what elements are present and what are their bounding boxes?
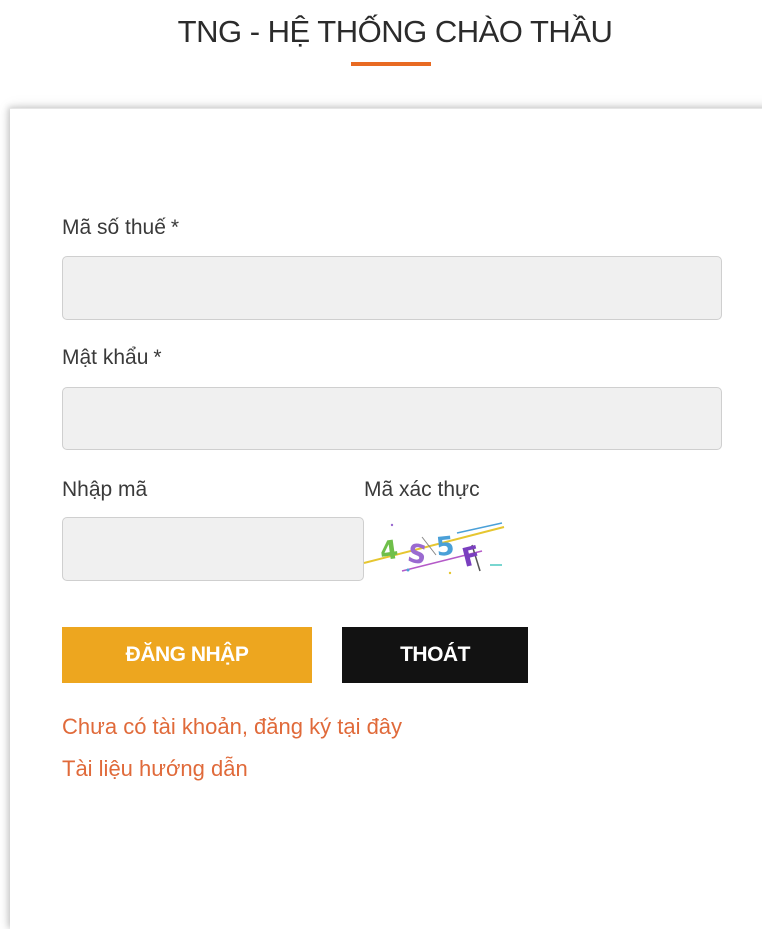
password-input[interactable] [62, 387, 722, 450]
captcha-char-4: F [459, 541, 483, 574]
register-link[interactable]: Chưa có tài khoản, đăng ký tại đây [62, 714, 402, 740]
user-guide-link[interactable]: Tài liệu hướng dẫn [62, 756, 248, 782]
tax-code-label: Mã số thuế * [62, 216, 179, 240]
captcha-image: 4 S 5 F [363, 522, 505, 575]
captcha-char-3: 5 [435, 531, 456, 563]
captcha-input[interactable] [62, 517, 364, 581]
captcha-char-2: S [405, 538, 429, 571]
login-button[interactable]: ĐĂNG NHẬP [62, 627, 312, 683]
exit-button[interactable]: THOÁT [342, 627, 528, 683]
password-label: Mật khẩu * [62, 346, 162, 370]
captcha-char-1: 4 [378, 535, 400, 567]
tax-code-label-text: Mã số thuế [62, 216, 166, 239]
required-mark: * [153, 346, 162, 369]
captcha-input-label: Nhập mã [62, 478, 148, 501]
page-title: TNG - HỆ THỐNG CHÀO THẦU [177, 14, 613, 49]
captcha-label: Mã xác thực [364, 478, 480, 501]
password-label-text: Mật khẩu [62, 346, 149, 369]
title-underline [351, 62, 431, 66]
required-mark: * [170, 216, 180, 239]
tax-code-input[interactable] [62, 256, 722, 320]
